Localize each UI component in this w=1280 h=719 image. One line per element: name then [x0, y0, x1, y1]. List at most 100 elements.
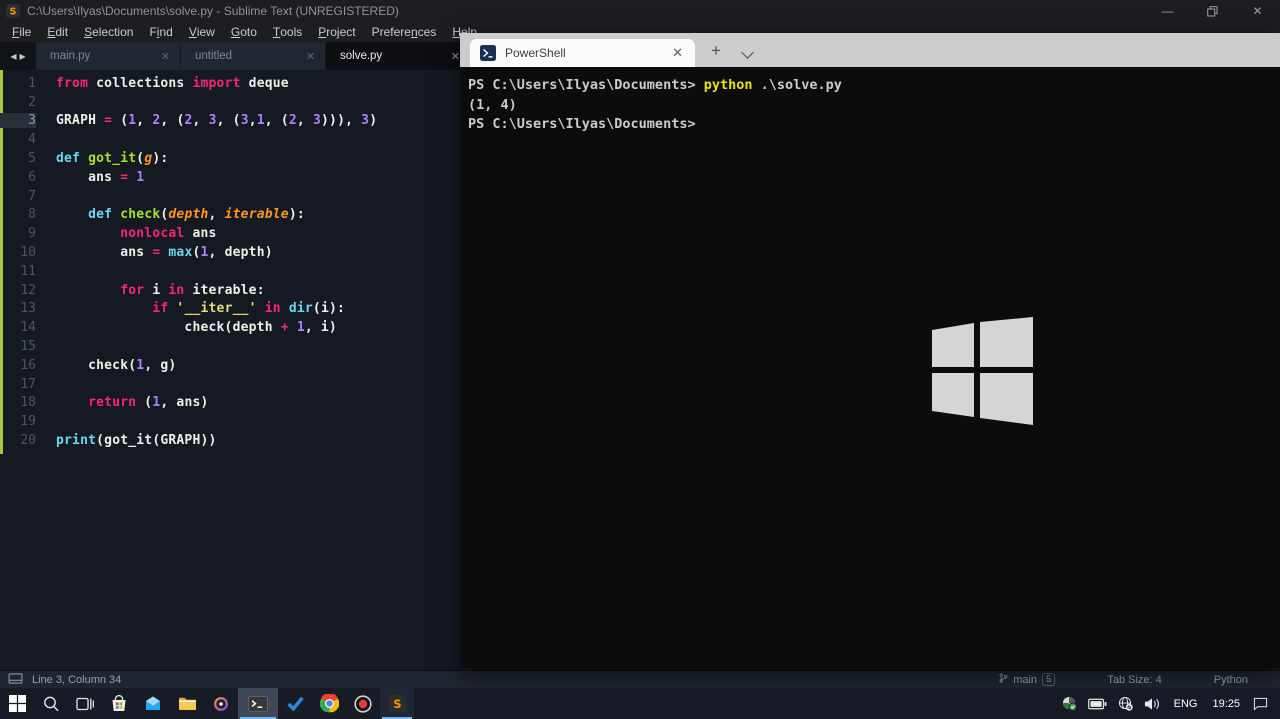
line-number: 5	[0, 151, 36, 166]
git-branch-icon	[999, 672, 1008, 687]
line-number: 10	[0, 245, 36, 260]
terminal-line: (1, 4)	[468, 96, 1280, 116]
terminal-content[interactable]: PS C:\Users\Ilyas\Documents> python .\so…	[460, 67, 1280, 668]
tab-dropdown-icon[interactable]	[741, 46, 754, 59]
check-app-icon	[286, 694, 305, 713]
line-number: 4	[0, 132, 36, 147]
line-number: 17	[0, 377, 36, 392]
git-branch-status[interactable]: main 5	[999, 672, 1055, 687]
chrome-button[interactable]	[312, 688, 346, 719]
window-title: C:\Users\Ilyas\Documents\solve.py - Subl…	[27, 4, 399, 18]
syntax-indicator[interactable]: Python	[1214, 674, 1248, 686]
line-number: 11	[0, 264, 36, 279]
menu-find[interactable]: Find	[141, 22, 180, 42]
line-number: 19	[0, 414, 36, 429]
tab-scroll-arrows[interactable]: ◀ ▶	[0, 42, 36, 70]
sublime-logo-icon: S	[6, 4, 20, 18]
line-number: 13	[0, 301, 36, 316]
action-center-icon[interactable]	[1251, 696, 1270, 711]
sublime-titlebar[interactable]: S C:\Users\Ilyas\Documents\solve.py - Su…	[0, 0, 1280, 22]
clock[interactable]: 19:25	[1208, 698, 1244, 710]
ring-app-icon	[212, 695, 230, 713]
speaker-icon[interactable]	[1142, 697, 1163, 711]
line-number: 8	[0, 207, 36, 222]
start-button[interactable]	[0, 688, 34, 719]
explorer-button[interactable]	[170, 688, 204, 719]
git-branch-name: main	[1013, 674, 1037, 686]
record-app-button[interactable]	[346, 688, 380, 719]
tab-scroll-left-icon[interactable]: ◀	[10, 52, 16, 61]
desktop: S C:\Users\Ilyas\Documents\solve.py - Su…	[0, 0, 1280, 719]
menu-view[interactable]: View	[181, 22, 223, 42]
windows-logo-watermark	[930, 316, 1035, 431]
terminal-tab-powershell[interactable]: PowerShell ✕	[470, 39, 695, 67]
menu-goto[interactable]: Goto	[223, 22, 265, 42]
close-tab-icon[interactable]: ✕	[451, 50, 460, 63]
line-number: 20	[0, 433, 36, 448]
line-number: 7	[0, 189, 36, 204]
terminal-line: PS C:\Users\Ilyas\Documents> python .\so…	[468, 76, 1280, 96]
start-icon	[9, 695, 26, 712]
sublime-button[interactable]: S	[380, 688, 414, 719]
editor-tab-untitled[interactable]: untitled✕	[181, 42, 326, 70]
taskview-icon	[76, 695, 94, 713]
globe-offline-icon[interactable]	[1116, 696, 1135, 711]
svg-text:S: S	[393, 697, 401, 711]
restore-button[interactable]	[1190, 0, 1235, 22]
tab-size-indicator[interactable]: Tab Size: 4	[1107, 674, 1161, 686]
terminal-button[interactable]	[238, 688, 278, 719]
language-indicator[interactable]: ENG	[1170, 698, 1202, 710]
line-number: 3	[0, 113, 36, 128]
battery-icon[interactable]	[1086, 698, 1109, 710]
search-icon	[42, 695, 60, 713]
close-button[interactable]: ✕	[1235, 0, 1280, 22]
editor-tab-label: untitled	[195, 50, 306, 62]
cursor-position: Line 3, Column 34	[32, 674, 121, 686]
search-button[interactable]	[34, 688, 68, 719]
mail-button[interactable]	[136, 688, 170, 719]
terminal-line: PS C:\Users\Ilyas\Documents>	[468, 115, 1280, 135]
line-number: 15	[0, 339, 36, 354]
line-number: 6	[0, 170, 36, 185]
menu-tools[interactable]: Tools	[265, 22, 310, 42]
close-tab-icon[interactable]: ✕	[306, 50, 315, 63]
menu-selection[interactable]: Selection	[76, 22, 141, 42]
menu-edit[interactable]: Edit	[39, 22, 76, 42]
explorer-icon	[178, 694, 197, 713]
chrome-icon	[320, 694, 339, 713]
svg-text:S: S	[10, 7, 17, 18]
record-app-icon	[354, 695, 372, 713]
git-change-count: 5	[1042, 673, 1055, 686]
menu-project[interactable]: Project	[310, 22, 363, 42]
sublime-statusbar: Line 3, Column 34 main 5 Tab Size: 4 Pyt…	[0, 670, 1280, 688]
line-number: 1	[0, 76, 36, 91]
powershell-icon	[480, 45, 496, 61]
store-icon	[110, 695, 128, 713]
sublime-icon: S	[389, 695, 406, 712]
editor-tab-solve-py[interactable]: solve.py✕	[326, 42, 471, 70]
minimize-button[interactable]: —	[1145, 0, 1190, 22]
tab-scroll-right-icon[interactable]: ▶	[20, 52, 26, 61]
line-number: 12	[0, 283, 36, 298]
terminal-tab-title: PowerShell	[505, 46, 668, 60]
terminal-icon	[248, 695, 268, 713]
terminal-tabbar[interactable]: PowerShell ✕ +	[460, 33, 1280, 67]
editor-tab-label: solve.py	[340, 50, 451, 62]
taskbar: S ENG 19:25	[0, 688, 1280, 719]
terminal-tab-close-icon[interactable]: ✕	[668, 45, 687, 61]
check-app-button[interactable]	[278, 688, 312, 719]
security-icon[interactable]	[1060, 696, 1079, 711]
editor-tab-label: main.py	[50, 50, 161, 62]
taskview-button[interactable]	[68, 688, 102, 719]
editor-tab-main-py[interactable]: main.py✕	[36, 42, 181, 70]
panel-toggle-icon[interactable]	[8, 673, 23, 687]
menu-preferences[interactable]: Preferences	[364, 22, 445, 42]
menu-file[interactable]: File	[4, 22, 39, 42]
mail-icon	[144, 695, 162, 713]
line-number: 9	[0, 226, 36, 241]
new-tab-button[interactable]: +	[711, 41, 721, 61]
store-button[interactable]	[102, 688, 136, 719]
line-number: 18	[0, 395, 36, 410]
ring-app-button[interactable]	[204, 688, 238, 719]
close-tab-icon[interactable]: ✕	[161, 50, 170, 63]
